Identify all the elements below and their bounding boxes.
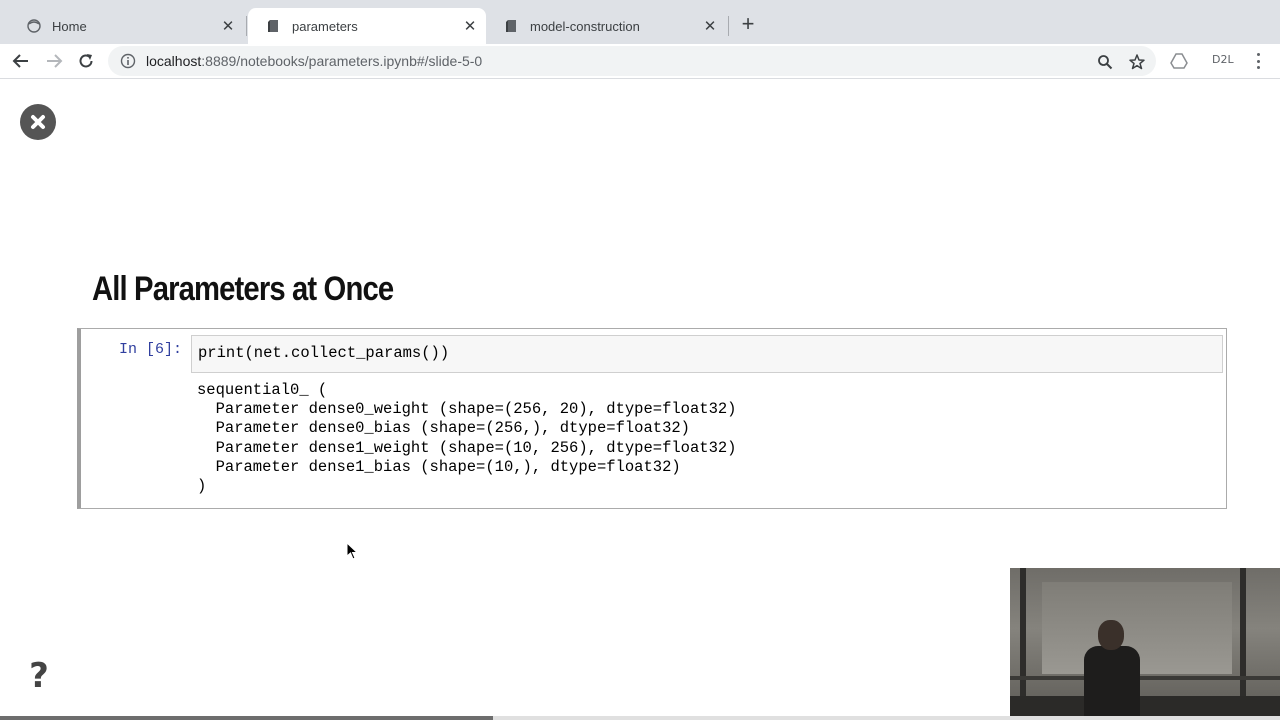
webcam-rail (1010, 676, 1280, 680)
output-line: Parameter dense1_weight (shape=(10, 256)… (197, 438, 737, 457)
webcam-presenter-head (1098, 620, 1124, 650)
tab-parameters[interactable]: parameters ✕ (248, 8, 486, 44)
close-tab-icon[interactable]: ✕ (218, 16, 238, 36)
mouse-pointer-icon (346, 542, 358, 560)
slide-progress-bar (0, 716, 1280, 720)
tab-divider (728, 16, 729, 36)
slide-title: All Parameters at Once (92, 270, 394, 308)
jupyter-icon (26, 18, 42, 34)
zoom-search-icon[interactable] (1094, 51, 1116, 73)
notebook-icon (504, 18, 520, 34)
output-line: ) (197, 476, 207, 495)
tab-home[interactable]: Home ✕ (8, 8, 244, 44)
tab-label: Home (52, 18, 87, 34)
webcam-presenter-body (1084, 646, 1140, 720)
code-cell[interactable]: In [6]: print(net.collect_params()) sequ… (77, 328, 1227, 509)
extension-drive-icon[interactable] (1167, 49, 1191, 73)
back-button[interactable] (9, 49, 33, 73)
browser-window: Home ✕ parameters ✕ model-construction ✕… (0, 0, 1280, 720)
output-line: sequential0_ ( (197, 381, 328, 399)
browser-toolbar: localhost:8889/notebooks/parameters.ipyn… (0, 44, 1280, 79)
webcam-video-overlay (1010, 568, 1280, 720)
output-line: Parameter dense0_weight (shape=(256, 20)… (197, 400, 737, 419)
output-line: Parameter dense0_bias (shape=(256,), dty… (197, 419, 690, 438)
output-line: Parameter dense1_bias (shape=(10,), dtyp… (197, 457, 681, 476)
url-host: localhost (146, 53, 202, 69)
close-tab-icon[interactable]: ✕ (460, 16, 480, 36)
close-tab-icon[interactable]: ✕ (700, 16, 720, 36)
reload-icon (79, 54, 93, 68)
new-tab-button[interactable]: + (736, 12, 760, 36)
url-path: :8889/notebooks/parameters.ipynb#/slide-… (201, 53, 483, 69)
extension-d2l-button[interactable]: D2L (1212, 53, 1234, 66)
input-prompt: In [6]: (119, 341, 183, 358)
site-info-icon[interactable] (120, 53, 136, 69)
slide-progress-fill (0, 716, 493, 720)
address-bar[interactable]: localhost:8889/notebooks/parameters.ipyn… (108, 46, 1156, 76)
browser-menu-icon[interactable] (1250, 51, 1266, 71)
tab-label: parameters (292, 18, 358, 34)
help-button[interactable]: ? (26, 658, 52, 694)
cell-output: sequential0_ ( Parameter dense0_weight (… (197, 381, 737, 496)
notebook-icon (266, 18, 282, 34)
code-text: print(net.collect_params()) (198, 344, 450, 362)
forward-arrow-icon (47, 54, 63, 68)
tab-strip: Home ✕ parameters ✕ model-construction ✕… (0, 0, 1280, 44)
close-slideshow-icon[interactable] (20, 104, 56, 140)
url-text: localhost:8889/notebooks/parameters.ipyn… (146, 53, 482, 69)
back-arrow-icon (12, 54, 28, 68)
bookmark-star-icon[interactable] (1126, 51, 1148, 73)
tab-divider (246, 16, 247, 36)
code-input[interactable]: print(net.collect_params()) (191, 335, 1223, 373)
forward-button[interactable] (42, 49, 66, 73)
tab-model-construction[interactable]: model-construction ✕ (486, 8, 726, 44)
tab-label: model-construction (530, 18, 640, 34)
reload-button[interactable] (74, 49, 98, 73)
